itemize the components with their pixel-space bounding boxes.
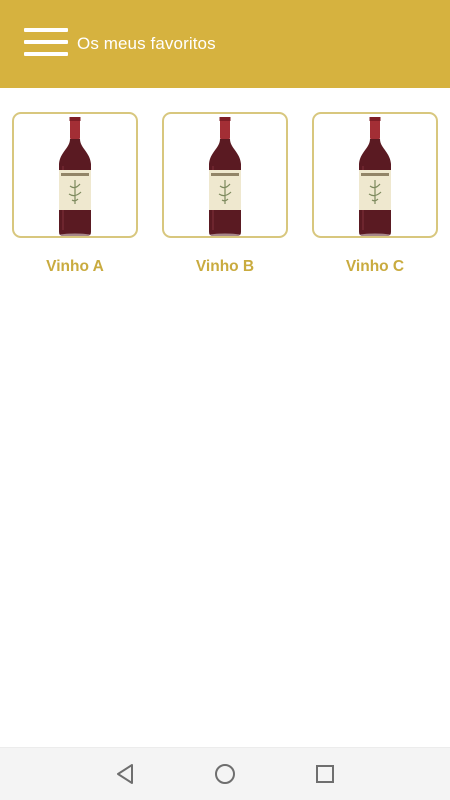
- wine-name: Vinho A: [46, 258, 104, 275]
- wine-image-frame: [162, 112, 288, 238]
- favorites-screen: Os meus favoritos Vinho A Vinho B Vinho …: [0, 0, 450, 800]
- wine-bottle-image: [359, 117, 391, 236]
- home-circle-icon[interactable]: [213, 762, 237, 786]
- page-title: Os meus favoritos: [77, 34, 216, 53]
- hamburger-menu-icon[interactable]: [24, 26, 68, 60]
- app-bar: Os meus favoritos: [0, 0, 450, 88]
- wine-card[interactable]: Vinho A: [12, 112, 138, 275]
- system-nav-bar: [0, 747, 450, 800]
- wine-image-frame: [12, 112, 138, 238]
- wine-name: Vinho C: [345, 258, 405, 275]
- wine-card[interactable]: Vinho C: [312, 112, 438, 275]
- wine-card[interactable]: Vinho B: [162, 112, 288, 275]
- wine-bottle-image: [209, 117, 241, 236]
- wine-bottle-image: [59, 117, 91, 236]
- recent-apps-square-icon[interactable]: [313, 762, 337, 786]
- wine-name: Vinho B: [195, 258, 255, 275]
- back-triangle-icon[interactable]: [113, 762, 137, 786]
- wine-image-frame: [312, 112, 438, 238]
